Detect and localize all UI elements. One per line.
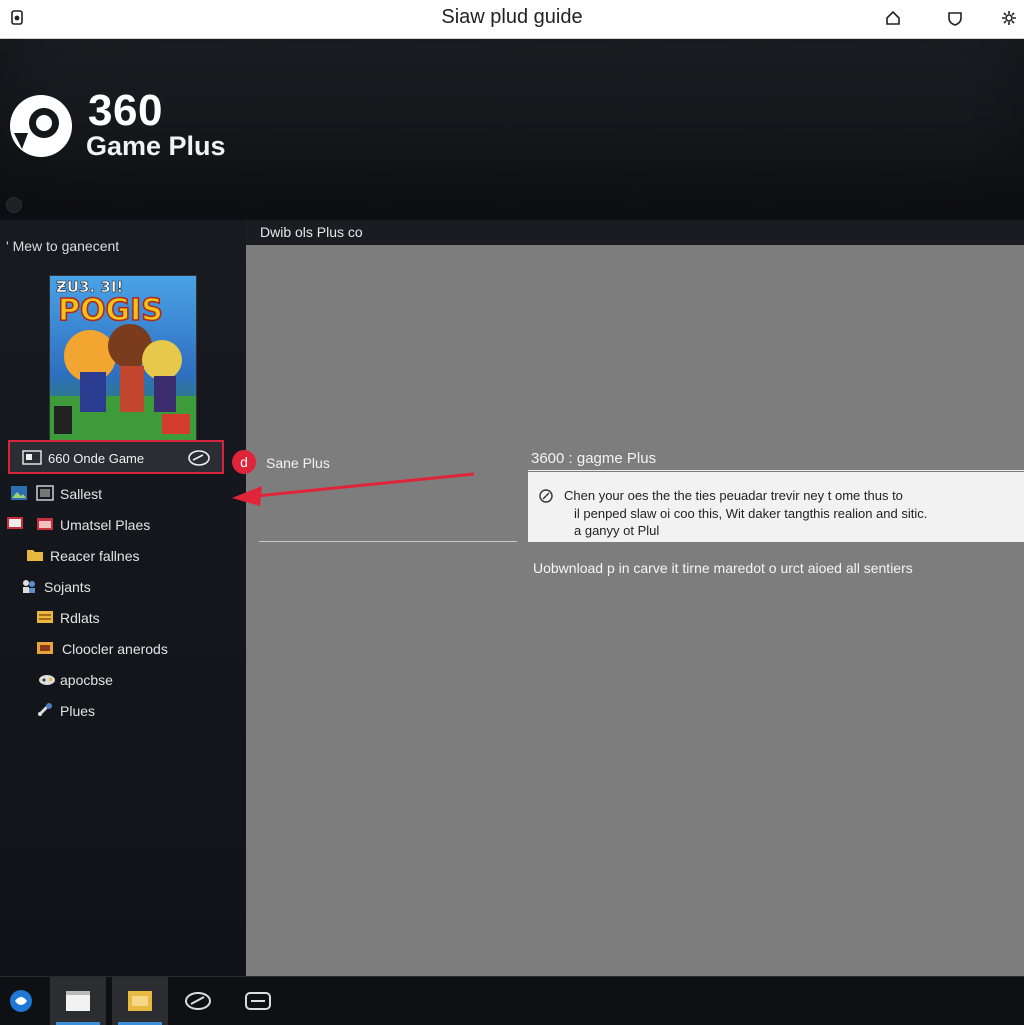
people-icon: [20, 578, 38, 594]
pointer-arrow-icon: [232, 472, 475, 506]
monitor-icon: [22, 450, 42, 466]
window-titlebar: Siaw plud guide: [0, 0, 1024, 39]
taskbar: [0, 976, 1024, 1025]
window-title: Siaw plud guide: [441, 6, 583, 28]
svg-text:POGIS: POGIS: [58, 293, 163, 328]
content-tab-bar: Dwib ols Plus co: [246, 220, 1024, 246]
sidebar-item-label: Rdlats: [60, 610, 100, 626]
content-tab-label[interactable]: Dwib ols Plus co: [260, 224, 363, 240]
logo-title: 360: [88, 86, 163, 135]
sidebar-item-label: 660 Onde Game: [48, 451, 145, 466]
content-divider: [259, 541, 517, 542]
sidebar-item-label: Cloocler anerods: [62, 641, 168, 657]
sidebar-item-label: Plues: [60, 703, 96, 719]
sidebar-heading: ' Mew to ganecent: [6, 238, 120, 254]
pin-icon: [538, 488, 554, 504]
sidebar-item-cloocler-anerods[interactable]: Cloocler anerods: [0, 637, 240, 661]
content-panel: [246, 245, 1024, 976]
hero-indicator-icon: [6, 197, 22, 213]
sidebar-item-sojants[interactable]: Sojants: [0, 575, 240, 599]
folder-icon: [36, 609, 54, 625]
folder-icon: [36, 640, 54, 656]
sidebar-item-label: Reacer fallnes: [50, 548, 140, 564]
folder-icon: [128, 991, 152, 1011]
folder-icon: [36, 516, 54, 532]
tools-icon: [36, 702, 54, 718]
game-cover-art[interactable]: ƵU3. 3I! POGIS: [49, 275, 197, 441]
app-logo-icon: [8, 93, 74, 159]
sidebar-item-label: apocbse: [60, 672, 113, 688]
logo-subtitle: Game Plus: [86, 131, 226, 161]
download-description: Uobwnload p in carve it tirne maredot o …: [533, 560, 913, 576]
sidebar-item-sallest[interactable]: Sallest: [0, 482, 240, 506]
settings-icon[interactable]: [1000, 9, 1018, 27]
sidebar-item-reacer-fallnes[interactable]: Reacer fallnes: [0, 544, 240, 568]
sidebar-item-rdlats[interactable]: Rdlats: [0, 606, 240, 630]
info-heading: 3600 : gagme Plus: [531, 450, 657, 467]
taskbar-controller-button[interactable]: [230, 977, 286, 1025]
start-button[interactable]: [0, 977, 42, 1025]
shield-icon[interactable]: [946, 9, 964, 27]
folder-icon: [26, 547, 44, 563]
taskbar-folder-button[interactable]: [112, 977, 168, 1025]
taskbar-window-button[interactable]: [50, 977, 106, 1025]
taskbar-gamepad-button[interactable]: [170, 977, 226, 1025]
sidebar-item-selected[interactable]: 660 Onde Game: [8, 440, 224, 474]
sidebar-item-label: Umatsel Plaes: [60, 517, 151, 533]
sidebar-item-plues[interactable]: Plues: [0, 699, 240, 723]
info-line: Chen your oes the the ties peuadar trevi…: [564, 488, 903, 503]
sidebar: ' Mew to ganecent ƵU3. 3I! POGIS 660 Ond…: [0, 220, 246, 976]
gamepad-icon: [38, 671, 56, 687]
window-icon: [66, 991, 90, 1011]
monitor-icon: [6, 516, 24, 532]
frame-icon: [36, 485, 54, 501]
home-icon[interactable]: [884, 9, 902, 27]
gamepad-icon: [188, 449, 210, 467]
info-line: a ganyy ot Plul: [574, 523, 660, 538]
sidebar-item-apocbse[interactable]: apocbse: [0, 668, 240, 692]
gamepad-icon: [185, 992, 211, 1010]
sidebar-item-label: Sojants: [44, 579, 91, 595]
image-icon: [10, 485, 28, 501]
start-icon: [10, 990, 32, 1012]
sidebar-item-label: Sallest: [60, 486, 103, 502]
hero-banner: 360 Game Plus: [0, 39, 1024, 220]
info-box: Chen your oes the the ties peuadar trevi…: [528, 472, 1024, 542]
sidebar-item-umatsel-plaes[interactable]: Umatsel Plaes: [0, 513, 240, 537]
info-divider: [528, 470, 1024, 471]
info-line: il penped slaw oi coo this, Wit daker ta…: [574, 506, 928, 521]
controller-icon: [245, 992, 271, 1010]
